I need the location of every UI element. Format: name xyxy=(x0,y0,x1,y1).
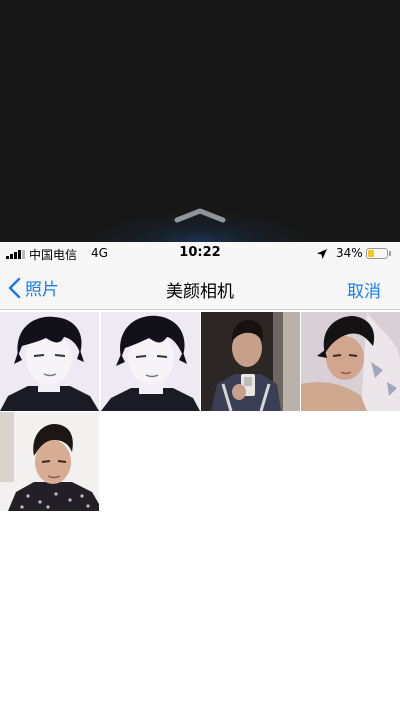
battery-percent: 34% xyxy=(336,246,363,260)
location-arrow-icon xyxy=(317,249,327,259)
battery-icon xyxy=(366,248,388,259)
photo-thumbnail-3[interactable] xyxy=(201,312,300,411)
photo-thumbnail-4[interactable] xyxy=(301,312,400,411)
battery-level-fill xyxy=(368,250,374,257)
dark-backdrop xyxy=(0,0,400,242)
photo-thumbnail-1[interactable] xyxy=(0,312,99,411)
grabber-chevron-icon[interactable] xyxy=(173,206,227,224)
photo-thumbnail-2[interactable] xyxy=(101,312,200,411)
status-bar: 中国电信 4G 10:22 34% xyxy=(0,242,400,266)
navigation-bar: 照片 美颜相机 取消 xyxy=(0,266,400,310)
battery-cap xyxy=(389,251,391,256)
photo-thumbnail-5[interactable] xyxy=(0,412,99,511)
page-title: 美颜相机 xyxy=(166,282,234,302)
cancel-button[interactable]: 取消 xyxy=(347,277,381,302)
